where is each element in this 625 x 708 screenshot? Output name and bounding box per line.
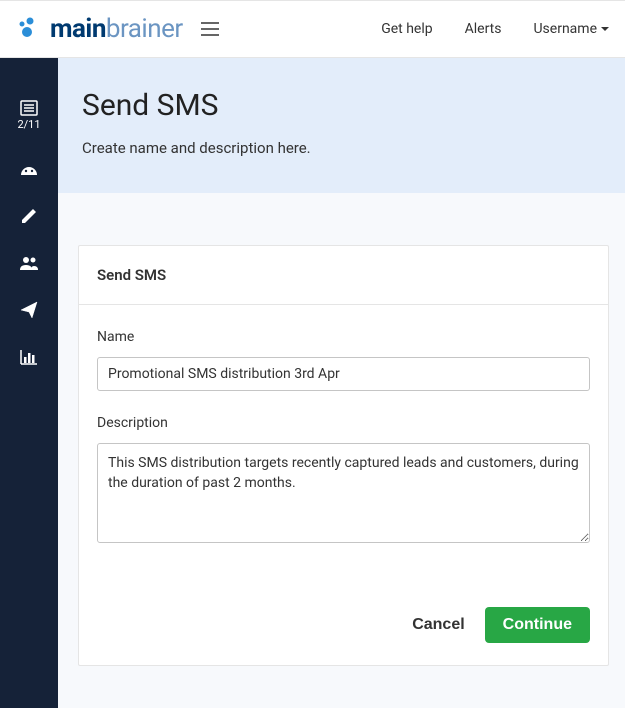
cancel-button[interactable]: Cancel — [408, 608, 468, 642]
top-bar: mainbrainer Get help Alerts Username — [0, 0, 625, 58]
page-subtitle: Create name and description here. — [82, 139, 601, 157]
menu-toggle-button[interactable] — [197, 18, 223, 40]
alerts-label: Alerts — [465, 21, 502, 37]
page-header: Send SMS Create name and description her… — [58, 58, 625, 193]
bar-chart-icon — [20, 349, 38, 365]
username-dropdown[interactable]: Username — [533, 21, 609, 37]
page-title: Send SMS — [82, 88, 601, 123]
form-card: Send SMS Name Description This SMS distr… — [78, 245, 609, 666]
logo[interactable]: mainbrainer — [16, 14, 183, 44]
sidebar-item-analytics[interactable] — [20, 349, 38, 365]
hamburger-icon — [201, 22, 219, 36]
main-content: Send SMS Create name and description her… — [58, 58, 625, 708]
step-label: 2/11 — [17, 118, 40, 131]
gauge-icon — [19, 161, 39, 177]
alerts-link[interactable]: Alerts — [465, 21, 502, 37]
get-help-link[interactable]: Get help — [381, 21, 432, 37]
description-label: Description — [97, 415, 590, 431]
sidebar: 2/11 — [0, 58, 58, 708]
paper-plane-icon — [20, 301, 38, 319]
sidebar-item-edit[interactable] — [20, 207, 38, 225]
username-label: Username — [533, 21, 597, 37]
users-icon — [19, 255, 39, 271]
top-nav: Get help Alerts Username — [381, 21, 609, 37]
description-textarea[interactable]: This SMS distribution targets recently c… — [97, 443, 590, 543]
list-icon — [20, 100, 38, 116]
get-help-label: Get help — [381, 21, 432, 37]
card-title: Send SMS — [79, 246, 608, 305]
sidebar-item-send[interactable] — [20, 301, 38, 319]
sidebar-step-indicator[interactable]: 2/11 — [17, 100, 40, 131]
caret-down-icon — [601, 27, 609, 32]
sidebar-item-users[interactable] — [19, 255, 39, 271]
name-input[interactable] — [97, 357, 590, 391]
logo-text: mainbrainer — [50, 14, 183, 44]
pencil-icon — [20, 207, 38, 225]
sidebar-item-dashboard[interactable] — [19, 161, 39, 177]
logo-dots-icon — [16, 16, 42, 42]
continue-button[interactable]: Continue — [485, 607, 590, 643]
name-label: Name — [97, 329, 590, 345]
